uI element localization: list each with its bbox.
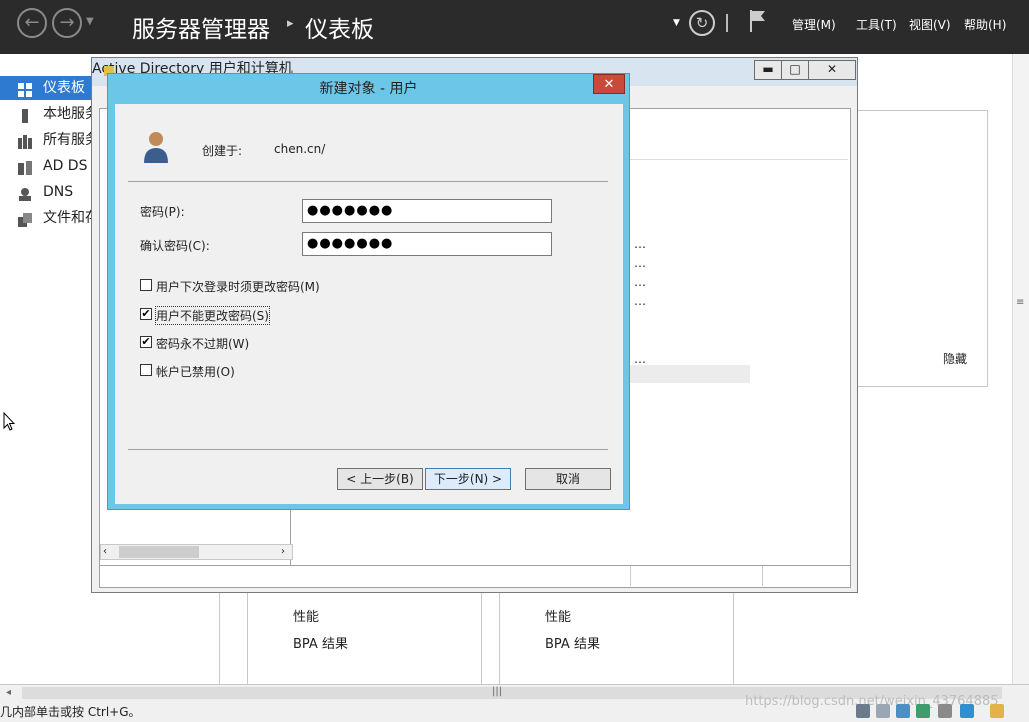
dialog-title: 新建对象 - 用户 [319,81,418,97]
password-field[interactable]: ●●●●●●● [302,199,552,223]
server-tray-icon[interactable] [916,704,930,718]
tile-divider [219,593,220,684]
column-header-row [628,141,848,160]
must-change-password-label[interactable]: 用户下次登录时须更改密码(M) [156,278,320,295]
server-icon [18,107,32,123]
sidebar-item-label: DNS [43,184,74,200]
scroll-right-icon[interactable]: › [281,546,285,557]
next-button[interactable]: 下一步(N) > [425,468,511,490]
back-button[interactable]: < 上一步(B) [337,468,423,490]
confirm-password-label: 确认密码(C): [140,239,210,253]
header-divider [726,14,728,32]
cancel-button[interactable]: 取消 [525,468,611,490]
scroll-grip-icon: ||| [492,686,503,697]
status-divider [630,566,631,586]
back-arrow-icon[interactable]: ← [17,8,47,38]
scroll-grip-icon: ≡ [1016,297,1025,308]
dashboard-panel [858,110,988,387]
computers-icon[interactable] [896,704,910,718]
dialog-body: 创建于: chen.cn/ 密码(P): ●●●●●●● 确认密码(C): ●●… [115,104,623,504]
separator [128,181,608,182]
account-disabled-label[interactable]: 帐户已禁用(O) [156,363,235,380]
truncated-cell: … [634,256,646,270]
sidebar-item-file-storage[interactable]: 文件和存 [0,206,100,230]
password-never-expires-checkbox[interactable]: ✔ [140,336,152,348]
menu-tools[interactable]: 工具(T) [856,16,897,33]
menu-help[interactable]: 帮助(H) [964,16,1006,33]
globe-icon[interactable] [960,704,974,718]
scroll-left-icon[interactable]: ◂ [6,687,11,698]
tile-divider [481,593,482,684]
sidebar-item-local-server[interactable]: 本地服务 [0,102,100,126]
breadcrumb: 仪表板 [305,17,374,43]
new-user-dialog: 新建对象 - 用户 ✕ 创建于: chen.cn/ 密码(P): ●●●●●●●… [107,73,630,510]
mouse-cursor-icon [3,411,16,435]
sync-icon[interactable] [876,704,890,718]
must-change-password-checkbox[interactable] [140,279,152,291]
tile-divider [247,593,248,684]
sidebar-item-all-servers[interactable]: 所有服务 [0,128,100,152]
ad-icon [18,159,32,175]
breadcrumb-separator-icon: ▸ [287,16,294,31]
dns-icon [18,185,32,201]
dropdown-icon[interactable]: ▼ [673,18,680,28]
sidebar-item-ad-ds[interactable]: AD DS [0,154,100,178]
menu-view[interactable]: 视图(V) [909,16,951,33]
tile-performance[interactable]: 性能 [293,606,319,625]
password-label: 密码(P): [140,205,185,219]
tile-bpa-results[interactable]: BPA 结果 [293,633,348,652]
cannot-change-password-checkbox[interactable]: ✔ [140,308,152,320]
close-button[interactable]: ✕ [808,60,856,80]
sidebar-item-label: AD DS [43,158,88,174]
server-manager-header: ← → ▼ 服务器管理器 ▸ 仪表板 ▼ ↻ 管理(M) 工具(T) 视图(V)… [0,0,1029,54]
account-disabled-checkbox[interactable] [140,364,152,376]
sidebar-item-dns[interactable]: DNS [0,180,100,204]
selected-row[interactable] [630,365,750,383]
minimize-button[interactable]: ▬ [754,60,782,80]
scroll-thumb[interactable] [119,546,199,558]
password-never-expires-label[interactable]: 密码永不过期(W) [156,335,249,352]
app-title: 服务器管理器 [132,17,270,43]
menu-manage[interactable]: 管理(M) [792,16,836,33]
dialog-close-button[interactable]: ✕ [593,74,625,94]
truncated-cell: … [634,275,646,289]
maximize-button[interactable]: □ [781,60,809,80]
confirm-password-field[interactable]: ●●●●●●● [302,232,552,256]
sidebar-item-label: 仪表板 [43,80,85,96]
servers-icon [18,133,32,149]
refresh-icon[interactable]: ↻ [689,10,715,36]
tile-bpa-results[interactable]: BPA 结果 [545,633,600,652]
ad-status-bar [100,565,850,586]
cannot-change-password-label[interactable]: 用户不能更改密码(S) [155,306,270,325]
tree-horizontal-scrollbar[interactable]: ‹ › [100,544,293,560]
folder-icon[interactable] [990,704,1004,718]
dashboard-icon [18,81,32,97]
truncated-cell: … [634,352,646,366]
tile-performance[interactable]: 性能 [545,606,571,625]
tile-divider [733,593,734,684]
created-in-label: 创建于: [202,144,243,158]
notifications-flag-icon[interactable] [748,8,768,37]
vertical-scrollbar[interactable]: ≡ [1012,54,1029,684]
truncated-cell: … [634,294,646,308]
user-icon [143,130,169,167]
network-icon[interactable] [856,704,870,718]
scroll-left-icon[interactable]: ‹ [103,546,107,557]
tile-divider [499,593,500,684]
separator [128,449,608,450]
status-divider [762,566,763,586]
printer-icon[interactable] [938,704,952,718]
forward-arrow-icon[interactable]: → [52,8,82,38]
files-icon [18,211,32,227]
hide-link[interactable]: 隐藏 [943,350,967,367]
sidebar-item-dashboard[interactable]: 仪表板 [0,76,100,100]
created-in-value: chen.cn/ [274,142,326,156]
sidebar: 仪表板 本地服务 所有服务 AD DS DNS 文件和存 [0,74,100,264]
history-dropdown-icon[interactable]: ▼ [86,16,94,27]
truncated-cell: … [634,237,646,251]
